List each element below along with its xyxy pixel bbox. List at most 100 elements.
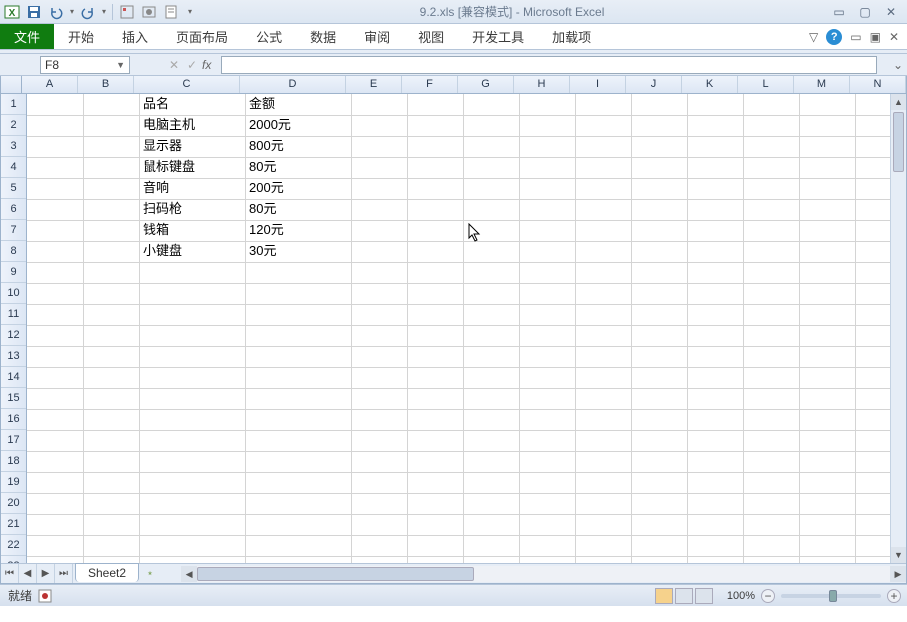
zoom-percent[interactable]: 100% [727,590,755,602]
cell-D7[interactable]: 120元 [247,220,284,241]
row-header-15[interactable]: 15 [1,388,26,409]
cell-C7[interactable]: 钱箱 [141,220,169,241]
row-header-6[interactable]: 6 [1,199,26,220]
save-icon[interactable] [26,4,42,20]
row-header-3[interactable]: 3 [1,136,26,157]
hscroll-thumb[interactable] [197,567,474,581]
restore-icon[interactable]: ▢ [855,5,875,19]
row-header-16[interactable]: 16 [1,409,26,430]
qat-customize-icon[interactable]: ▾ [185,7,195,16]
enter-formula-icon[interactable]: ✓ [184,58,200,72]
col-header-G[interactable]: G [458,76,514,93]
row-header-1[interactable]: 1 [1,94,26,115]
cell-D4[interactable]: 80元 [247,157,276,178]
row-header-13[interactable]: 13 [1,346,26,367]
formula-input[interactable] [221,56,877,74]
minimize-icon[interactable]: ▭ [829,5,849,19]
cell-C2[interactable]: 电脑主机 [141,115,195,136]
file-tab[interactable]: 文件 [0,24,54,49]
doc-restore-icon[interactable]: ▣ [870,30,881,44]
formula-bar-expand-icon[interactable]: ⌄ [893,58,907,72]
col-header-K[interactable]: K [682,76,738,93]
cell-C8[interactable]: 小键盘 [141,241,182,262]
cell-C1[interactable]: 品名 [141,94,169,115]
col-header-D[interactable]: D [240,76,346,93]
row-header-20[interactable]: 20 [1,493,26,514]
row-header-8[interactable]: 8 [1,241,26,262]
cell-D5[interactable]: 200元 [247,178,284,199]
select-all-button[interactable] [1,76,22,93]
row-header-10[interactable]: 10 [1,283,26,304]
undo-dropdown-icon[interactable]: ▾ [70,7,74,16]
scroll-up-icon[interactable]: ▲ [891,94,906,110]
cell-C5[interactable]: 音响 [141,178,169,199]
new-sheet-icon[interactable]: ⋆ [139,564,161,583]
macro-record-icon[interactable] [38,589,52,603]
ribbon-tab-7[interactable]: 开发工具 [458,24,538,49]
col-header-I[interactable]: I [570,76,626,93]
view-page-break-icon[interactable] [695,588,713,604]
ribbon-tab-0[interactable]: 开始 [54,24,108,49]
sheet-nav-first-icon[interactable]: ⏮ [1,564,19,583]
redo-icon[interactable] [80,4,96,20]
col-header-B[interactable]: B [78,76,134,93]
view-page-layout-icon[interactable] [675,588,693,604]
row-header-23[interactable]: 23 [1,556,26,563]
ribbon-tab-5[interactable]: 审阅 [350,24,404,49]
row-header-9[interactable]: 9 [1,262,26,283]
zoom-slider[interactable] [781,594,881,598]
name-box-dropdown-icon[interactable]: ▼ [116,60,125,70]
row-header-18[interactable]: 18 [1,451,26,472]
ribbon-tab-2[interactable]: 页面布局 [162,24,242,49]
sheet-nav-last-icon[interactable]: ⏭ [55,564,73,583]
cell-D6[interactable]: 80元 [247,199,276,220]
ribbon-tab-8[interactable]: 加载项 [538,24,605,49]
ribbon-tab-4[interactable]: 数据 [296,24,350,49]
cancel-formula-icon[interactable]: ✕ [166,58,182,72]
row-header-22[interactable]: 22 [1,535,26,556]
qat-btn-2-icon[interactable] [141,4,157,20]
cell-C6[interactable]: 扫码枪 [141,199,182,220]
help-icon[interactable]: ? [826,29,842,45]
col-header-N[interactable]: N [850,76,906,93]
row-header-17[interactable]: 17 [1,430,26,451]
hscroll-track[interactable] [197,566,890,582]
row-header-2[interactable]: 2 [1,115,26,136]
zoom-in-icon[interactable]: + [887,589,901,603]
col-header-C[interactable]: C [134,76,240,93]
redo-dropdown-icon[interactable]: ▾ [102,7,106,16]
name-box[interactable]: F8 ▼ [40,56,130,74]
col-header-L[interactable]: L [738,76,794,93]
col-header-M[interactable]: M [794,76,850,93]
cell-D8[interactable]: 30元 [247,241,276,262]
scroll-left-icon[interactable]: ◀ [181,566,197,582]
col-header-J[interactable]: J [626,76,682,93]
vscroll-thumb[interactable] [893,112,904,172]
row-header-7[interactable]: 7 [1,220,26,241]
scroll-right-icon[interactable]: ▶ [890,566,906,582]
ribbon-tab-6[interactable]: 视图 [404,24,458,49]
row-header-14[interactable]: 14 [1,367,26,388]
undo-icon[interactable] [48,4,64,20]
row-header-4[interactable]: 4 [1,157,26,178]
ribbon-tab-1[interactable]: 插入 [108,24,162,49]
horizontal-scrollbar[interactable]: ◀ ▶ [181,564,906,583]
row-header-11[interactable]: 11 [1,304,26,325]
qat-btn-3-icon[interactable] [163,4,179,20]
cells-area[interactable]: 品名金额电脑主机2000元显示器800元鼠标键盘80元音响200元扫码枪80元钱… [27,94,890,563]
sheet-tab-active[interactable]: Sheet2 [75,563,139,582]
sheet-nav-next-icon[interactable]: ▶ [37,564,55,583]
ribbon-minimize-icon[interactable]: ▽ [809,30,818,44]
ribbon-tab-3[interactable]: 公式 [242,24,296,49]
col-header-F[interactable]: F [402,76,458,93]
zoom-knob[interactable] [829,590,837,602]
cell-D1[interactable]: 金额 [247,94,275,115]
col-header-E[interactable]: E [346,76,402,93]
col-header-A[interactable]: A [22,76,78,93]
row-header-5[interactable]: 5 [1,178,26,199]
scroll-down-icon[interactable]: ▼ [891,547,906,563]
sheet-nav-prev-icon[interactable]: ◀ [19,564,37,583]
cell-D3[interactable]: 800元 [247,136,284,157]
qat-btn-1-icon[interactable] [119,4,135,20]
row-header-19[interactable]: 19 [1,472,26,493]
